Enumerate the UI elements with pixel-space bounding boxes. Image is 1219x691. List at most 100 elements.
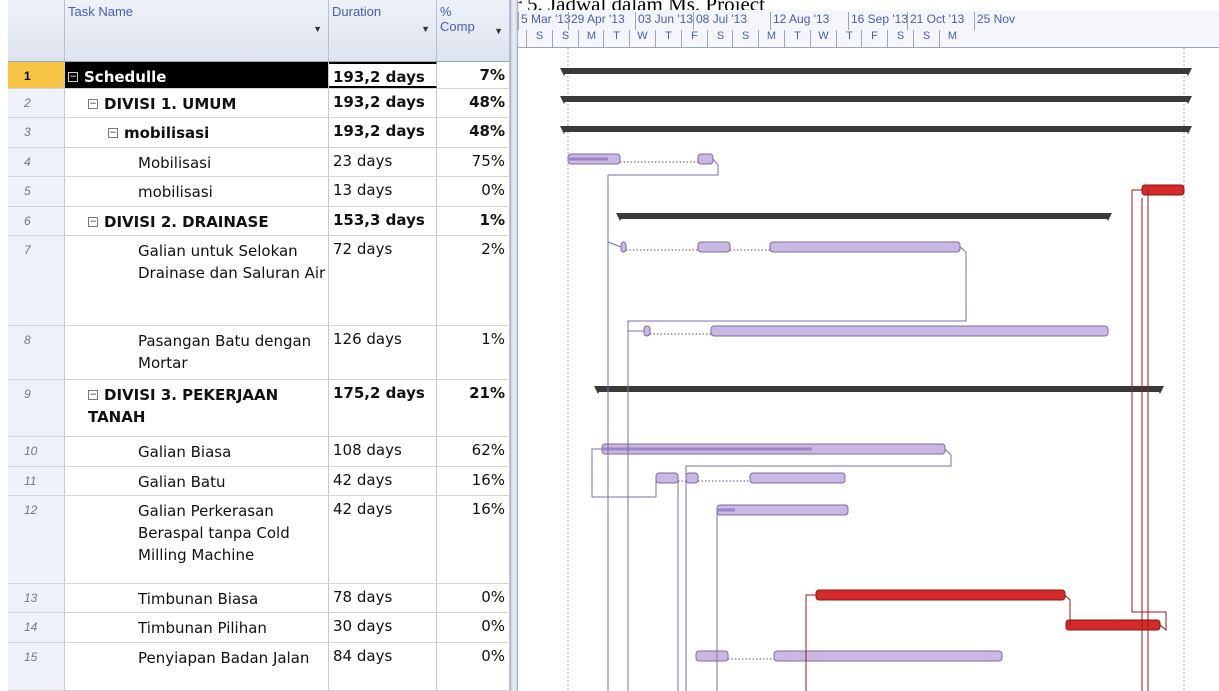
task-name-cell[interactable]: mobilisasi: [65, 177, 329, 206]
duration-column-header[interactable]: Duration ▼: [329, 0, 437, 62]
task-name-cell[interactable]: Galian Perkerasan Beraspal tanpa Cold Mi…: [65, 496, 329, 583]
critical-task-bar: [1065, 619, 1161, 631]
minus-box-icon[interactable]: −: [108, 128, 118, 138]
percent-complete-cell[interactable]: 75%: [437, 148, 510, 176]
table-row[interactable]: 5 mobilisasi 13 days 0%: [8, 177, 510, 207]
id-column-header[interactable]: [8, 0, 65, 62]
table-row[interactable]: 7 Galian untuk Selokan Drainase dan Salur…: [8, 236, 510, 326]
row-id[interactable]: 5: [8, 177, 65, 206]
row-id[interactable]: 13: [8, 584, 65, 612]
task-name-cell[interactable]: Penyiapan Badan Jalan: [65, 643, 329, 690]
task-grid: Task Name ▼ Duration ▼ % Comp ▼ 1− Schedu…: [8, 0, 510, 691]
duration-cell[interactable]: 175,2 days: [329, 380, 437, 436]
task-name-cell[interactable]: − Schedulle: [65, 62, 329, 88]
task-name-cell[interactable]: Timbunan Pilihan: [65, 613, 329, 642]
percent-complete-cell[interactable]: 1%: [437, 207, 510, 235]
table-row[interactable]: 3− mobilisasi 193,2 days 48%: [8, 118, 510, 148]
percent-complete-cell[interactable]: 0%: [437, 177, 510, 206]
task-name-label: Timbunan Biasa: [138, 590, 259, 608]
row-id[interactable]: 2: [8, 89, 65, 117]
task-name-cell[interactable]: − mobilisasi: [65, 118, 329, 147]
duration-cell[interactable]: 42 days: [329, 496, 437, 583]
row-id[interactable]: 11: [8, 467, 65, 495]
percent-complete-cell[interactable]: 48%: [437, 118, 510, 147]
duration-cell[interactable]: 153,3 days: [329, 207, 437, 235]
summary-bar: [620, 213, 1108, 219]
duration-cell[interactable]: 23 days: [329, 148, 437, 176]
duration-cell[interactable]: 13 days: [329, 177, 437, 206]
duration-cell[interactable]: 108 days: [329, 437, 437, 466]
duration-cell[interactable]: 193,2 days: [329, 62, 437, 88]
table-row[interactable]: 14 Timbunan Pilihan 30 days 0%: [8, 613, 510, 643]
task-name-cell[interactable]: Galian Biasa: [65, 437, 329, 466]
task-name-cell[interactable]: Mobilisasi: [65, 148, 329, 176]
row-id[interactable]: 1: [8, 62, 65, 88]
duration-cell[interactable]: 126 days: [329, 326, 437, 379]
task-name-label: Galian Perkerasan Beraspal tanpa Cold Mi…: [138, 502, 290, 564]
row-id[interactable]: 12: [8, 496, 65, 583]
table-row[interactable]: 9− DIVISI 3. PEKERJAAN TANAH 175,2 days 21%: [8, 380, 510, 437]
percent-complete-cell[interactable]: 0%: [437, 643, 510, 690]
dropdown-arrow-icon[interactable]: ▼: [421, 24, 430, 34]
duration-cell[interactable]: 193,2 days: [329, 89, 437, 117]
minus-box-icon[interactable]: −: [88, 217, 98, 227]
percent-complete-cell[interactable]: 16%: [437, 496, 510, 583]
duration-cell[interactable]: 72 days: [329, 236, 437, 325]
duration-cell[interactable]: 84 days: [329, 643, 437, 690]
task-name-cell[interactable]: Galian Batu: [65, 467, 329, 495]
progress-bar: [602, 447, 812, 451]
row-id[interactable]: 8: [8, 326, 65, 379]
percent-complete-cell[interactable]: 2%: [437, 236, 510, 325]
table-row[interactable]: 11 Galian Batu 42 days 16%: [8, 467, 510, 496]
row-id[interactable]: 7: [8, 236, 65, 325]
table-row[interactable]: 10 Galian Biasa 108 days 62%: [8, 437, 510, 467]
table-row[interactable]: 6− DIVISI 2. DRAINASE 153,3 days 1%: [8, 207, 510, 236]
task-name-label: Galian Batu: [138, 473, 226, 491]
duration-cell[interactable]: 193,2 days: [329, 118, 437, 147]
percent-complete-cell[interactable]: 0%: [437, 584, 510, 612]
table-row[interactable]: 13 Timbunan Biasa 78 days 0%: [8, 584, 510, 613]
table-row[interactable]: 8 Pasangan Batu dengan Mortar 126 days 1%: [8, 326, 510, 380]
task-bar: [697, 241, 731, 253]
percent-complete-cell[interactable]: 21%: [437, 380, 510, 436]
task-name-label: DIVISI 2. DRAINASE: [104, 213, 269, 231]
row-id[interactable]: 10: [8, 437, 65, 466]
task-name-cell[interactable]: Galian untuk Selokan Drainase dan Salura…: [65, 236, 329, 325]
task-bar: [769, 241, 961, 253]
task-name-cell[interactable]: − DIVISI 1. UMUM: [65, 89, 329, 117]
percent-complete-cell[interactable]: 48%: [437, 89, 510, 117]
row-id[interactable]: 3: [8, 118, 65, 147]
task-name-cell[interactable]: Timbunan Biasa: [65, 584, 329, 612]
task-name-column-header[interactable]: Task Name ▼: [65, 0, 329, 62]
pane-divider[interactable]: [510, 0, 518, 691]
task-name-cell[interactable]: − DIVISI 3. PEKERJAAN TANAH: [65, 380, 329, 436]
task-name-cell[interactable]: Pasangan Batu dengan Mortar: [65, 326, 329, 379]
minus-box-icon[interactable]: −: [68, 72, 78, 82]
task-bar: [749, 472, 846, 484]
duration-cell[interactable]: 30 days: [329, 613, 437, 642]
task-name-label: Galian Biasa: [138, 443, 232, 461]
dropdown-arrow-icon[interactable]: ▼: [494, 24, 503, 39]
row-id[interactable]: 9: [8, 380, 65, 436]
minus-box-icon[interactable]: −: [88, 99, 98, 109]
task-name-cell[interactable]: − DIVISI 2. DRAINASE: [65, 207, 329, 235]
table-row[interactable]: 15 Penyiapan Badan Jalan 84 days 0%: [8, 643, 510, 691]
row-id[interactable]: 14: [8, 613, 65, 642]
row-id[interactable]: 6: [8, 207, 65, 235]
table-row[interactable]: 12 Galian Perkerasan Beraspal tanpa Cold …: [8, 496, 510, 584]
table-row[interactable]: 2− DIVISI 1. UMUM 193,2 days 48%: [8, 89, 510, 118]
percent-complete-cell[interactable]: 7%: [437, 62, 510, 88]
percent-complete-cell[interactable]: 1%: [437, 326, 510, 379]
row-id[interactable]: 4: [8, 148, 65, 176]
duration-cell[interactable]: 78 days: [329, 584, 437, 612]
table-row[interactable]: 4 Mobilisasi 23 days 75%: [8, 148, 510, 177]
dropdown-arrow-icon[interactable]: ▼: [313, 24, 322, 34]
minus-box-icon[interactable]: −: [88, 390, 98, 400]
percent-complete-cell[interactable]: 62%: [437, 437, 510, 466]
percent-complete-column-header[interactable]: % Comp ▼: [437, 0, 510, 62]
percent-complete-cell[interactable]: 0%: [437, 613, 510, 642]
table-row[interactable]: 1− Schedulle 193,2 days 7%: [8, 62, 510, 89]
row-id[interactable]: 15: [8, 643, 65, 690]
duration-cell[interactable]: 42 days: [329, 467, 437, 495]
percent-complete-cell[interactable]: 16%: [437, 467, 510, 495]
